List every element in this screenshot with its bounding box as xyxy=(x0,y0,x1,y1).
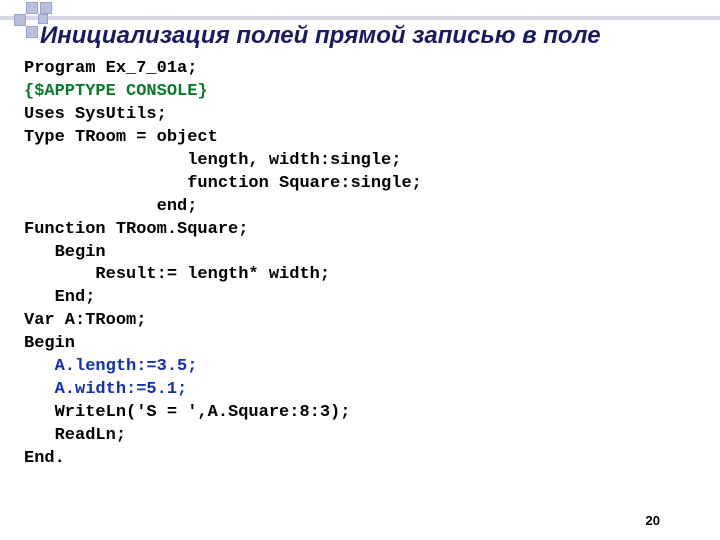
code-line: End; xyxy=(24,288,95,307)
code-block: Program Ex_7_01a; {$APPTYPE CONSOLE} Use… xyxy=(24,58,422,471)
code-line: Type TRoom = object xyxy=(24,128,218,147)
code-line: Result:= length* width; xyxy=(24,265,330,284)
code-line-directive: {$APPTYPE CONSOLE} xyxy=(24,82,208,101)
code-line: End. xyxy=(24,449,65,468)
code-line-highlight: A.length:=3.5; xyxy=(24,357,197,376)
page-number: 20 xyxy=(646,513,660,528)
code-line: Begin xyxy=(24,334,75,353)
code-line: function Square:single; xyxy=(24,174,422,193)
slide-title: Инициализация полей прямой записью в пол… xyxy=(40,22,700,50)
code-line: length, width:single; xyxy=(24,151,401,170)
code-line: Uses SysUtils; xyxy=(24,105,167,124)
code-line: Begin xyxy=(24,243,106,262)
code-line: Var A:TRoom; xyxy=(24,311,146,330)
code-line: WriteLn('S = ',A.Square:8:3); xyxy=(24,403,350,422)
code-line: Program Ex_7_01a; xyxy=(24,59,197,78)
code-line: ReadLn; xyxy=(24,426,126,445)
code-line: end; xyxy=(24,197,197,216)
code-line-highlight: A.width:=5.1; xyxy=(24,380,187,399)
code-line: Function TRoom.Square; xyxy=(24,220,248,239)
